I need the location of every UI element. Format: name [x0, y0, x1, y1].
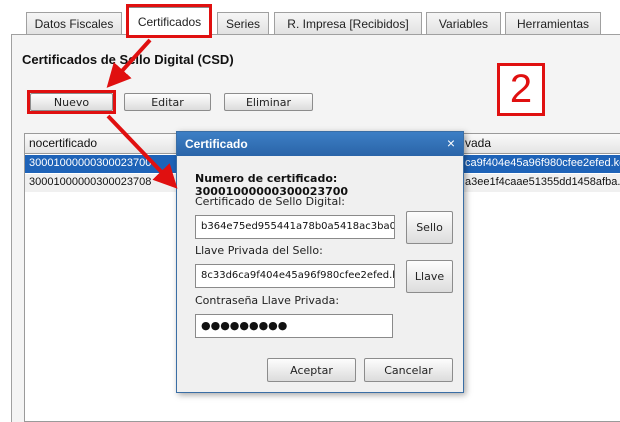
aceptar-button[interactable]: Aceptar	[267, 358, 356, 382]
cancelar-button[interactable]: Cancelar	[364, 358, 453, 382]
csd-label: Certificado de Sello Digital:	[195, 195, 345, 208]
dialog-title: Certificado	[185, 137, 248, 151]
row-key: a3ee1f4caae51355dd1458afba.key	[465, 176, 620, 188]
tab-highlight-box	[126, 4, 212, 38]
tab-r-impresa[interactable]: R. Impresa [Recibidos]	[274, 12, 422, 34]
tab-strip: Datos Fiscales Certificados Series R. Im…	[0, 0, 620, 35]
tab-variables[interactable]: Variables	[426, 12, 501, 34]
password-label: Contraseña Llave Privada:	[195, 294, 340, 307]
llave-field[interactable]: 8c33d6ca9f404e45a96f980cfee2efed.key	[195, 264, 395, 288]
row-cert: 30001000000300023708	[29, 176, 152, 188]
section-title: Certificados de Sello Digital (CSD)	[22, 52, 234, 67]
step-number-callout: 2	[497, 63, 545, 116]
certificado-dialog: Certificado × Numero de certificado: 300…	[176, 131, 464, 393]
tab-herramientas[interactable]: Herramientas	[505, 12, 601, 34]
password-field[interactable]: ●●●●●●●●●	[195, 314, 393, 338]
editar-button[interactable]: Editar	[124, 93, 211, 111]
column-header-nocertificado[interactable]: nocertificado	[29, 136, 97, 150]
row-cert: 30001000000300023700	[29, 157, 152, 169]
close-icon[interactable]: ×	[447, 135, 455, 151]
column-header-llave[interactable]: vada	[465, 136, 491, 150]
sello-button[interactable]: Sello	[406, 211, 453, 244]
tab-series[interactable]: Series	[217, 12, 269, 34]
row-key: ca9f404e45a96f980cfee2efed.key	[465, 157, 620, 169]
nuevo-highlight-box	[27, 90, 116, 114]
llave-label: Llave Privada del Sello:	[195, 244, 323, 257]
dialog-titlebar[interactable]: Certificado ×	[177, 132, 463, 156]
tab-datos-fiscales[interactable]: Datos Fiscales	[26, 12, 122, 34]
csd-field[interactable]: b364e75ed955441a78b0a5418ac3ba03.cer	[195, 215, 395, 239]
llave-button[interactable]: Llave	[406, 260, 453, 293]
eliminar-button[interactable]: Eliminar	[224, 93, 313, 111]
